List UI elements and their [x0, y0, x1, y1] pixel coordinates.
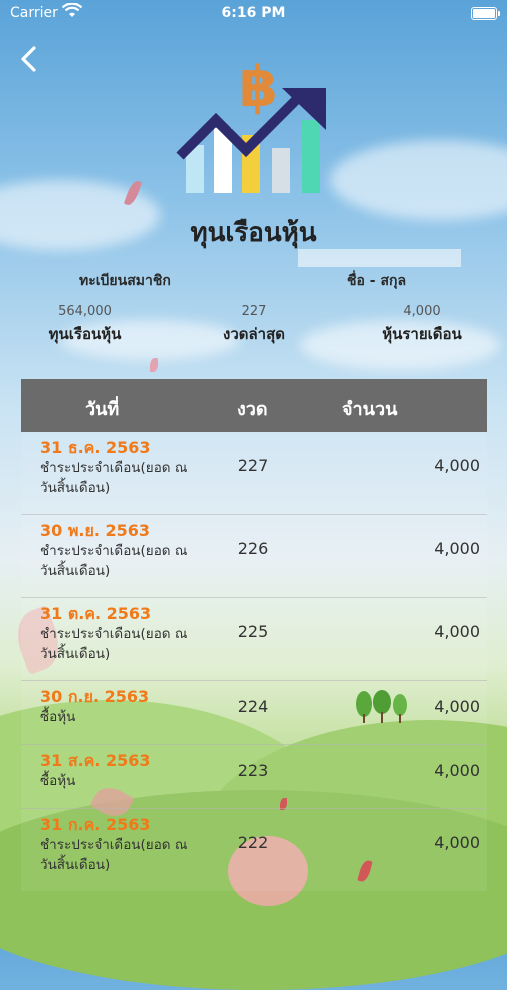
- summary-value: 4,000: [403, 304, 441, 319]
- row-description: ซื้อหุ้น: [40, 709, 76, 725]
- member-id-label: ทะเบียนสมาชิก: [79, 273, 171, 289]
- summary-label: หุ้นรายเดือน: [382, 325, 462, 343]
- table-row[interactable]: 30 ก.ย. 2563 ซื้อหุ้น 224 4,000: [21, 681, 487, 745]
- summary-label: งวดล่าสุด: [223, 325, 285, 343]
- summary-value: 564,000: [58, 304, 112, 319]
- svg-text:฿: ฿: [239, 55, 278, 120]
- column-header-period: งวด: [237, 399, 268, 420]
- row-amount: 4,000: [434, 697, 480, 716]
- row-period: 222: [237, 833, 269, 852]
- summary-label: ทุนเรือนหุ้น: [48, 325, 122, 343]
- share-transactions-table: วันที่ งวด จำนวน 31 ธ.ค. 2563 ชำระประจำเ…: [21, 379, 487, 891]
- row-period: 225: [237, 622, 269, 641]
- tree-decoration: [352, 690, 412, 724]
- row-amount: 4,000: [434, 761, 480, 780]
- column-header-amount: จำนวน: [342, 399, 398, 420]
- bitcoin-growth-chart-icon: ฿: [176, 50, 332, 198]
- row-period: 223: [237, 761, 269, 780]
- status-bar: Carrier 6:16 PM: [0, 0, 507, 28]
- row-description: ซื้อหุ้น: [40, 773, 76, 789]
- row-description: ชำระประจำเดือน(ยอด ณ วันสิ้นเดือน): [40, 626, 188, 662]
- row-amount: 4,000: [434, 456, 480, 475]
- row-amount: 4,000: [434, 539, 480, 558]
- row-amount: 4,000: [434, 833, 480, 852]
- table-row[interactable]: 31 ต.ค. 2563 ชำระประจำเดือน(ยอด ณ วันสิ้…: [21, 598, 487, 681]
- row-period: 227: [237, 456, 269, 475]
- row-period: 226: [237, 539, 269, 558]
- member-name-label: ชื่อ - สกุล: [347, 273, 407, 289]
- chevron-left-icon: [21, 46, 36, 72]
- row-description: ชำระประจำเดือน(ยอด ณ วันสิ้นเดือน): [40, 837, 188, 873]
- table-row[interactable]: 31 ก.ค. 2563 ชำระประจำเดือน(ยอด ณ วันสิ้…: [21, 809, 487, 891]
- summary-value: 227: [241, 304, 267, 319]
- table-row[interactable]: 31 ส.ค. 2563 ซื้อหุ้น 223 4,000: [21, 745, 487, 809]
- battery-icon: [471, 7, 500, 20]
- row-period: 224: [237, 697, 269, 716]
- table-row[interactable]: 30 พ.ย. 2563 ชำระประจำเดือน(ยอด ณ วันสิ้…: [21, 515, 487, 598]
- clock: 6:16 PM: [221, 5, 286, 21]
- row-description: ชำระประจำเดือน(ยอด ณ วันสิ้นเดือน): [40, 460, 188, 496]
- row-amount: 4,000: [434, 622, 480, 641]
- column-header-date: วันที่: [85, 399, 120, 420]
- table-row[interactable]: 31 ธ.ค. 2563 ชำระประจำเดือน(ยอด ณ วันสิ้…: [21, 432, 487, 515]
- table-header: วันที่ งวด จำนวน: [21, 379, 487, 432]
- member-name-field: [298, 249, 461, 267]
- back-button[interactable]: [14, 44, 44, 74]
- page-title: ทุนเรือนหุ้น: [190, 218, 317, 248]
- row-description: ชำระประจำเดือน(ยอด ณ วันสิ้นเดือน): [40, 543, 188, 579]
